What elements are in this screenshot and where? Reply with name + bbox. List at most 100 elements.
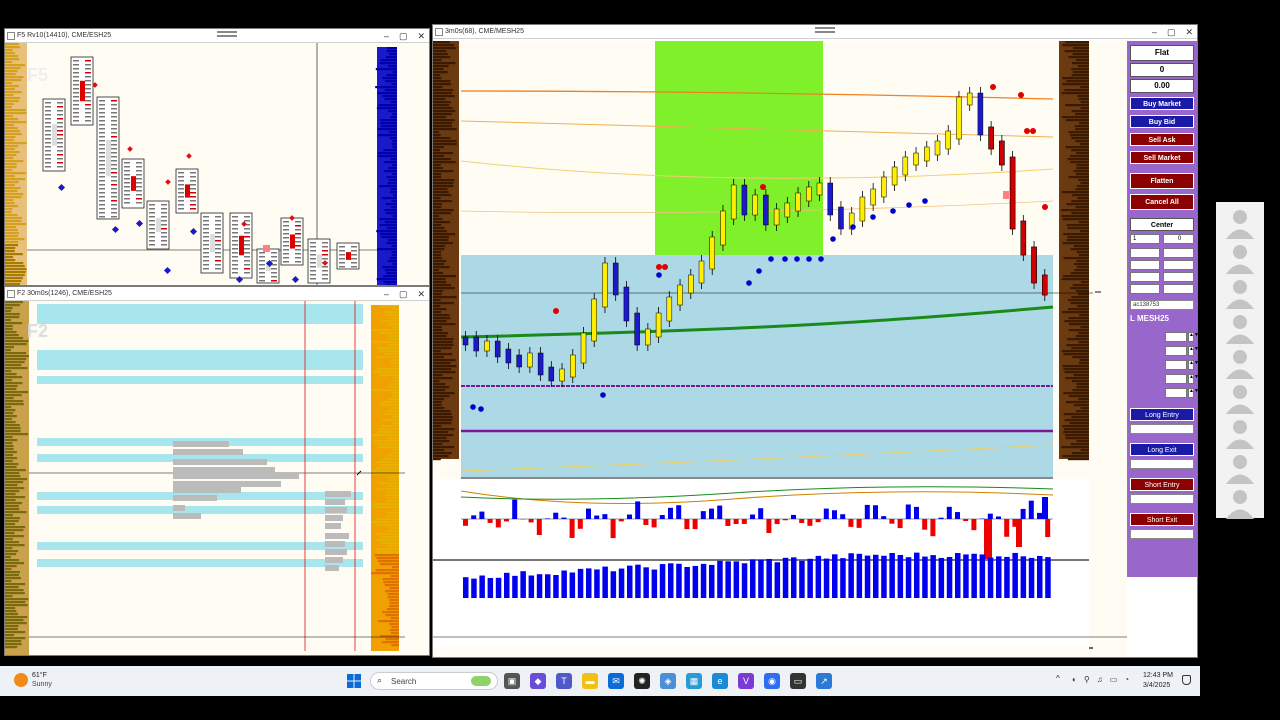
chevron-up-icon[interactable]: ^ xyxy=(1056,674,1060,683)
short-entry-select[interactable] xyxy=(1130,494,1194,504)
long-entry-select[interactable] xyxy=(1130,424,1194,434)
atm-field-input[interactable] xyxy=(1165,360,1187,370)
spinner-arrows-icon[interactable]: ▲▼ xyxy=(1188,360,1199,370)
close-icon[interactable]: ✕ xyxy=(417,287,425,301)
profile-bar xyxy=(5,571,20,574)
chatgpt-icon[interactable]: ✺ xyxy=(634,673,650,689)
avatar-icon[interactable] xyxy=(1220,276,1260,310)
window-titlebar[interactable]: F2 30m0s(1246), CME/ESH25 – ▢ ✕ xyxy=(5,287,429,301)
close-icon[interactable]: ✕ xyxy=(1185,25,1193,39)
weather-icon[interactable] xyxy=(14,673,28,687)
drag-handle-icon[interactable] xyxy=(217,31,237,37)
minimize-icon[interactable]: – xyxy=(384,287,389,301)
notification-icon[interactable] xyxy=(1182,675,1191,685)
qty-preset-button[interactable] xyxy=(1163,260,1194,270)
qty-preset-button[interactable] xyxy=(1130,260,1160,270)
footprint-cell xyxy=(73,68,79,70)
profile-bar xyxy=(5,310,12,313)
short-entry-button[interactable]: Short Entry xyxy=(1130,478,1194,491)
account-select[interactable]: ac138753 xyxy=(1130,300,1194,310)
qty-input[interactable]: 1 xyxy=(1130,234,1160,244)
clr-button[interactable] xyxy=(1163,248,1194,258)
long-entry-button[interactable]: Long Entry xyxy=(1130,408,1194,421)
clock-time[interactable]: 12:43 PM xyxy=(1143,672,1173,679)
buy-bid-button[interactable]: Buy Bid xyxy=(1130,115,1194,128)
close-icon[interactable]: ✕ xyxy=(417,29,425,43)
qty-preset-button[interactable] xyxy=(1163,272,1194,282)
avatar-icon[interactable] xyxy=(1220,416,1260,450)
atm-field-input[interactable] xyxy=(1165,346,1187,356)
minimize-icon[interactable]: – xyxy=(1152,25,1157,39)
short-exit-button[interactable]: Short Exit xyxy=(1130,513,1194,526)
footprint-cell xyxy=(259,260,265,262)
atm-field-input[interactable] xyxy=(1165,388,1187,398)
long-exit-select[interactable] xyxy=(1130,459,1194,469)
candle-body xyxy=(698,260,705,284)
edge-icon[interactable]: e xyxy=(712,673,728,689)
maximize-icon[interactable]: ▢ xyxy=(399,29,408,43)
weather-temp[interactable]: 61°F xyxy=(32,672,47,679)
signal-dot xyxy=(890,208,896,214)
mail-icon[interactable]: ✉ xyxy=(608,673,624,689)
chart-app-icon[interactable]: ↗ xyxy=(816,673,832,689)
tray-icons[interactable]: ◐⚲♫▭◔ xyxy=(1072,675,1136,684)
footprint-chart[interactable]: F5 xyxy=(5,43,429,285)
maximize-icon[interactable]: ▢ xyxy=(1167,25,1176,39)
atm-field-input[interactable] xyxy=(1165,374,1187,384)
spinner-arrows-icon[interactable]: ▲▼ xyxy=(1188,388,1199,398)
terminal-icon[interactable]: ▭ xyxy=(790,673,806,689)
spinner-arrows-icon[interactable]: ▲▼ xyxy=(1188,346,1199,356)
copilot-icon[interactable]: ◆ xyxy=(530,673,546,689)
long-exit-button[interactable]: Long Exit xyxy=(1130,443,1194,456)
avatar-icon[interactable] xyxy=(1220,451,1260,485)
qty-preset-button[interactable] xyxy=(1130,272,1160,282)
buy-market-button[interactable]: Buy Market xyxy=(1130,97,1194,110)
qty-preset-button[interactable] xyxy=(1163,284,1194,294)
spinner-arrows-icon[interactable]: ▲▼ xyxy=(1188,374,1199,384)
sell-ask-button[interactable]: Sell Ask xyxy=(1130,133,1194,146)
maximize-icon[interactable]: ▢ xyxy=(399,287,408,301)
atm-field-input[interactable] xyxy=(1165,332,1187,342)
sell-market-button[interactable]: Sell Market xyxy=(1130,151,1194,164)
avatar-icon[interactable] xyxy=(1220,346,1260,380)
vs-icon[interactable]: V xyxy=(738,673,754,689)
profile-bar xyxy=(433,206,442,209)
cancel-all-button[interactable]: Cancel All xyxy=(1130,194,1194,210)
avatar-icon[interactable] xyxy=(1220,381,1260,415)
short-exit-select[interactable] xyxy=(1130,529,1194,539)
np-button[interactable] xyxy=(1130,248,1160,258)
avatar-icon[interactable] xyxy=(1220,311,1260,345)
price-chart[interactable] xyxy=(433,41,1127,657)
file-explorer-icon[interactable]: ▬ xyxy=(582,673,598,689)
app-icon xyxy=(7,289,15,298)
spinner-arrows-icon[interactable]: ▲▼ xyxy=(1188,332,1199,342)
minimize-icon[interactable]: – xyxy=(384,29,389,43)
tpo-histogram xyxy=(173,473,299,479)
search-box[interactable]: ⌕ Search xyxy=(370,672,498,690)
store-icon[interactable]: ◈ xyxy=(660,673,676,689)
qty-preset-button[interactable] xyxy=(1130,284,1160,294)
start-button[interactable] xyxy=(347,674,361,688)
profile-bar xyxy=(5,253,23,256)
volume-bar xyxy=(692,565,699,598)
photos-icon[interactable]: ▦ xyxy=(686,673,702,689)
window-titlebar[interactable]: F5 Rv10(14410), CME/ESH25 – ▢ ✕ xyxy=(5,29,429,43)
qty-input-2[interactable]: 0 xyxy=(1163,234,1194,244)
tpo-chart[interactable]: F2 xyxy=(5,301,429,655)
profile-bar xyxy=(433,176,442,179)
profile-bar xyxy=(1063,392,1089,395)
profile-bar xyxy=(1071,137,1089,140)
task-view-icon[interactable]: ▣ xyxy=(504,673,520,689)
drag-handle-icon[interactable] xyxy=(815,27,835,33)
profile-bar xyxy=(433,107,453,110)
clock-date[interactable]: 3/4/2025 xyxy=(1143,682,1170,689)
zoom-icon[interactable]: ◉ xyxy=(764,673,780,689)
avatar-icon[interactable] xyxy=(1220,241,1260,275)
window-titlebar[interactable]: 3m0s(68), CME/MESH25 – ▢ ✕ xyxy=(433,25,1197,39)
avatar-icon[interactable] xyxy=(1220,486,1260,520)
center-button[interactable]: Center xyxy=(1130,218,1194,231)
avatar-icon[interactable] xyxy=(1220,206,1260,240)
teams-icon[interactable]: T xyxy=(556,673,572,689)
profile-bar xyxy=(378,185,397,188)
flatten-button[interactable]: Flatten xyxy=(1130,173,1194,189)
